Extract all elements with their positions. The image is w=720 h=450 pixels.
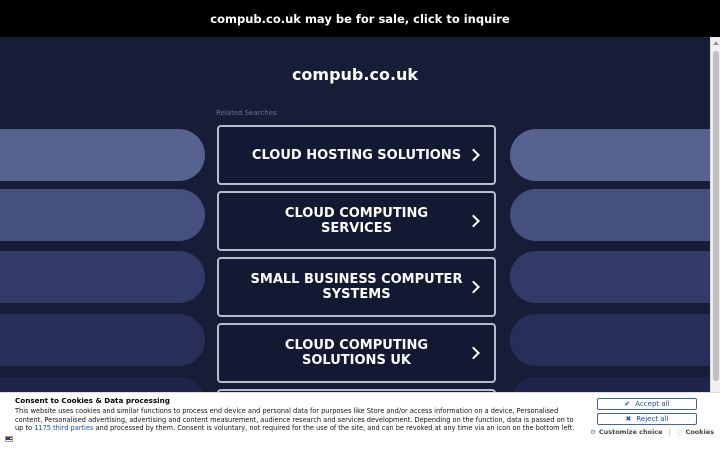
accept-all-label: Accept all — [635, 400, 670, 408]
search-tile-cloud-computing-services[interactable]: CLOUD COMPUTING SERVICES — [217, 191, 496, 251]
vertical-scrollbar[interactable] — [710, 37, 720, 450]
accept-all-button[interactable]: ✔ Accept all — [597, 398, 697, 410]
chevron-right-icon — [467, 346, 480, 360]
reject-all-button[interactable]: ✖ Reject all — [597, 413, 697, 425]
gear-icon: ⚙ — [590, 428, 596, 436]
tile-label: SMALL BUSINESS COMPUTER SYSTEMS — [250, 272, 463, 302]
tile-label: CLOUD COMPUTING SERVICES — [284, 206, 429, 236]
bg-shape — [0, 251, 205, 303]
cookie-options: ⚙ Customize choice | ◌ Cookies — [590, 428, 714, 436]
cookie-title: Consent to Cookies & Data processing — [15, 396, 170, 405]
bg-shape — [0, 129, 205, 181]
reject-all-label: Reject all — [636, 415, 669, 423]
us-flag-icon[interactable] — [5, 436, 13, 442]
sale-banner[interactable]: compub.co.uk may be for sale, click to i… — [0, 0, 720, 37]
x-icon: ✖ — [625, 415, 632, 423]
cookie-icon: ◌ — [676, 428, 683, 436]
bg-shape — [0, 189, 205, 241]
cookies-link[interactable]: Cookies — [685, 428, 714, 436]
scroll-up-icon[interactable] — [713, 41, 719, 45]
tile-label: CLOUD HOSTING SOLUTIONS — [251, 147, 462, 163]
scrollbar-thumb[interactable] — [713, 51, 719, 381]
chevron-right-icon — [467, 280, 480, 294]
sale-banner-text[interactable]: compub.co.uk may be for sale, click to i… — [210, 12, 509, 26]
bg-shape — [510, 314, 710, 366]
search-tile-cloud-hosting[interactable]: CLOUD HOSTING SOLUTIONS — [217, 125, 496, 185]
customize-choice-link[interactable]: Customize choice — [599, 428, 663, 436]
search-tile-cloud-solutions-uk[interactable]: CLOUD COMPUTING SOLUTIONS UK — [217, 323, 496, 383]
cookie-consent-banner: Consent to Cookies & Data processing Thi… — [0, 392, 720, 450]
related-searches-label: Related Searches — [216, 109, 277, 117]
search-tile-small-business[interactable]: SMALL BUSINESS COMPUTER SYSTEMS — [217, 257, 496, 317]
bg-shape — [510, 129, 710, 181]
bg-shape — [0, 314, 205, 366]
cookie-text-after: and processed by them. Consent is volunt… — [93, 424, 575, 432]
parked-page: compub.co.uk Related Searches CLOUD HOST… — [0, 37, 710, 450]
cookie-text: This website uses cookies and similar fu… — [15, 407, 583, 433]
chevron-right-icon — [467, 214, 480, 228]
chevron-right-icon — [467, 148, 480, 162]
site-title: compub.co.uk — [291, 65, 419, 84]
bg-shape — [510, 251, 710, 303]
tile-label: CLOUD COMPUTING SOLUTIONS UK — [284, 338, 429, 368]
bg-shape — [510, 189, 710, 241]
options-separator: | — [668, 428, 671, 436]
check-icon: ✔ — [624, 400, 631, 408]
third-parties-link[interactable]: 1175 third parties — [34, 424, 93, 432]
